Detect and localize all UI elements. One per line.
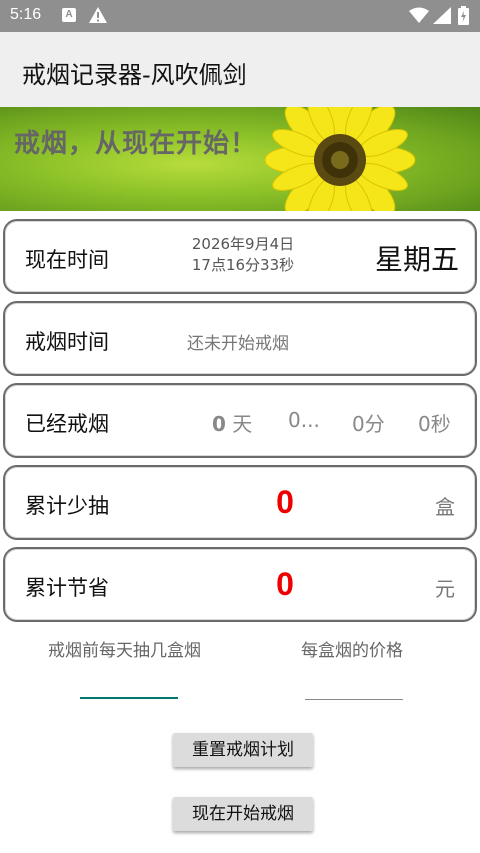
banner-text: 戒烟，从现在开始！: [14, 129, 258, 159]
status-bar: 5:16 A: [0, 0, 480, 32]
elapsed-hours: 0...: [288, 408, 320, 432]
current-clock: 17点16分33秒: [191, 256, 295, 274]
current-time-label: 现在时间: [25, 248, 109, 272]
app-title: 戒烟记录器-风吹佩剑: [22, 61, 247, 89]
warning-icon: [88, 6, 108, 28]
saved-boxes-unit: 盒: [435, 495, 455, 519]
notification-a-icon: A: [62, 8, 76, 22]
elapsed-minutes: 0分: [352, 412, 385, 436]
elapsed-card: 已经戒烟 0 天 0... 0分 0秒: [3, 383, 477, 458]
quit-time-status: 还未开始戒烟: [187, 334, 289, 354]
elapsed-days-value: 0: [212, 412, 226, 436]
quit-time-label: 戒烟时间: [25, 330, 109, 354]
current-date: 2026年9月4日: [191, 235, 295, 253]
price-per-box-input[interactable]: [305, 699, 403, 700]
banner-image: 戒烟，从现在开始！: [0, 107, 480, 211]
elapsed-seconds: 0秒: [418, 412, 451, 436]
boxes-per-day-hint: 戒烟前每天抽几盒烟: [48, 641, 201, 661]
saved-boxes-label: 累计少抽: [25, 494, 109, 518]
status-time: 5:16: [10, 6, 42, 23]
price-per-box-hint: 每盒烟的价格: [301, 641, 403, 661]
saved-money-card: 累计节省 0 元: [3, 547, 477, 622]
app-bar: 戒烟记录器-风吹佩剑: [0, 32, 480, 107]
weekday-label: 星期五: [374, 243, 459, 276]
battery-icon: [458, 6, 469, 29]
elapsed-label: 已经戒烟: [25, 412, 109, 436]
current-time-card: 现在时间 2026年9月4日 17点16分33秒 星期五: [3, 219, 477, 294]
signal-icon: [433, 7, 451, 28]
reset-plan-button[interactable]: 重置戒烟计划: [173, 733, 313, 767]
boxes-per-day-input[interactable]: [80, 697, 178, 699]
start-quitting-button[interactable]: 现在开始戒烟: [173, 797, 313, 831]
saved-money-value: 0: [276, 566, 294, 602]
elapsed-days: 0 天: [212, 408, 252, 437]
sunflower-icon: [264, 107, 416, 211]
quit-time-card: 戒烟时间 还未开始戒烟: [3, 301, 477, 376]
saved-boxes-value: 0: [276, 484, 294, 520]
saved-money-label: 累计节省: [25, 576, 109, 600]
elapsed-days-unit: 天: [232, 412, 253, 436]
saved-boxes-card: 累计少抽 0 盒: [3, 465, 477, 540]
wifi-icon: [409, 7, 429, 28]
current-date-display: 2026年9月4日 17点16分33秒: [181, 234, 305, 276]
saved-money-unit: 元: [435, 577, 455, 601]
